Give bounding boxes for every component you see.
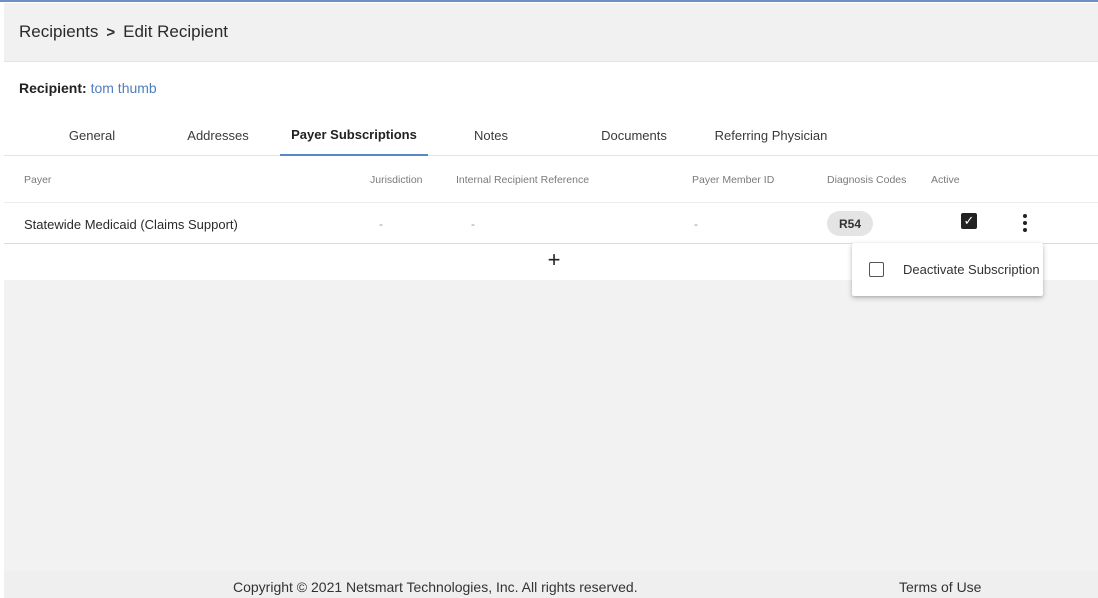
member-id-cell: - [694, 217, 698, 231]
kebab-dot [1023, 214, 1027, 218]
col-header-diagnosis-codes[interactable]: Diagnosis Codes [827, 174, 906, 186]
recipient-name: tom thumb [90, 80, 157, 96]
recipient-label: Recipient: [19, 80, 87, 96]
payer-cell: Statewide Medicaid (Claims Support) [24, 217, 238, 232]
col-header-member-id[interactable]: Payer Member ID [692, 174, 774, 186]
tab-payer-subscriptions[interactable]: Payer Subscriptions [280, 114, 428, 156]
breadcrumb-separator: > [106, 23, 116, 41]
page: Recipients > Edit Recipient Recipient: t… [0, 0, 1098, 598]
col-header-internal-reference[interactable]: Internal Recipient Reference [456, 174, 589, 186]
tab-referring-physician[interactable]: Referring Physician [697, 114, 845, 156]
breadcrumb-current: Edit Recipient [123, 22, 229, 41]
deactivate-subscription-label: Deactivate Subscription [903, 262, 1040, 277]
kebab-dot [1023, 221, 1027, 225]
content-background [4, 280, 1098, 571]
kebab-dot [1023, 228, 1027, 232]
deactivate-checkbox[interactable] [869, 262, 884, 277]
row-actions-kebab-icon[interactable] [1018, 211, 1032, 235]
tab-documents[interactable]: Documents [560, 114, 708, 156]
active-checkbox[interactable]: ✓ [961, 213, 977, 229]
diagnosis-code-chip[interactable]: R54 [827, 211, 874, 236]
copyright-text: Copyright © 2021 Netsmart Technologies, … [233, 579, 638, 595]
deactivate-subscription-menu-item[interactable]: Deactivate Subscription [852, 243, 1043, 296]
top-accent-bar [0, 0, 1098, 2]
jurisdiction-cell: - [379, 217, 383, 231]
col-header-active[interactable]: Active [931, 174, 960, 186]
tab-addresses[interactable]: Addresses [144, 114, 292, 156]
col-header-jurisdiction[interactable]: Jurisdiction [370, 174, 423, 186]
breadcrumb-recipients[interactable]: Recipients [19, 22, 98, 42]
recipient-heading: Recipient: tom thumb [19, 80, 157, 96]
page-footer: Copyright © 2021 Netsmart Technologies, … [4, 571, 1098, 598]
terms-of-use-link[interactable]: Terms of Use [899, 579, 981, 595]
tab-notes[interactable]: Notes [417, 114, 565, 156]
col-header-payer[interactable]: Payer [24, 174, 51, 186]
internal-reference-cell: - [471, 217, 475, 231]
add-subscription-plus-icon[interactable]: + [542, 247, 566, 272]
table-row[interactable]: Statewide Medicaid (Claims Support) - - … [4, 202, 1098, 244]
page-header: Recipients > Edit Recipient [4, 3, 1098, 62]
tab-bar: General Addresses Payer Subscriptions No… [4, 114, 1098, 156]
check-icon: ✓ [963, 213, 975, 228]
